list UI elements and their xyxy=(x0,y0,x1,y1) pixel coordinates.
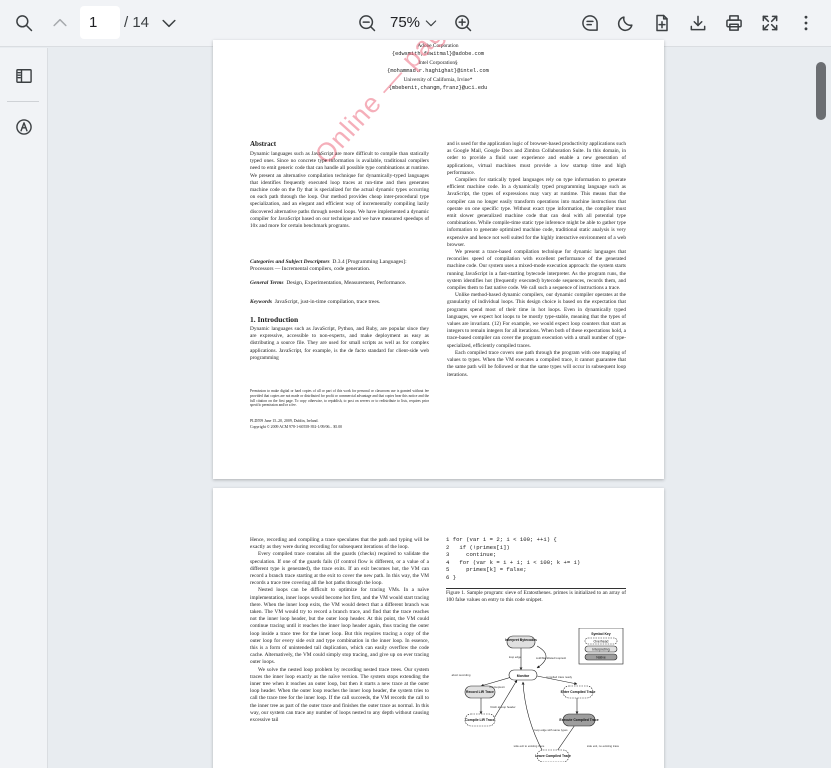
page-total: / 14 xyxy=(124,14,150,31)
edge-hot-loop: hot loop/exit xyxy=(489,685,504,689)
sidebar xyxy=(0,48,48,768)
figure-rule xyxy=(446,588,626,589)
edge-abort: abort recording xyxy=(452,673,471,677)
key-native: Native xyxy=(596,655,606,659)
label-execute: Execute Compiled Trace xyxy=(559,718,598,722)
edge-side-exit-new: side exit, no existing trace xyxy=(587,744,620,748)
code-listing: 1 for (var i = 2; i < 100; ++i) {2 if (!… xyxy=(446,536,581,581)
label-leave: Leave Compiled Trace xyxy=(535,754,571,758)
sidebar-divider xyxy=(7,101,39,102)
label-enter: Enter Compiled Trace xyxy=(561,690,596,694)
keywords: Keywords JavaScript, just-in-time compil… xyxy=(250,299,381,305)
page2-left-column: Hence, recording and compiling a trace s… xyxy=(250,537,429,724)
introduction-heading: 1. Introduction xyxy=(250,315,299,324)
annotate-icon[interactable] xyxy=(9,112,39,142)
more-vert-icon[interactable] xyxy=(790,7,822,39)
page-number-input[interactable] xyxy=(80,6,120,39)
copyright-info: Copyright © 2009 ACM 978-1-60558-392-1/0… xyxy=(250,425,343,429)
abstract-text: Dynamic languages such as JavaScript are… xyxy=(250,151,429,230)
edge-trace-ready: compiled trace ready xyxy=(546,675,573,679)
zoom-out-icon[interactable] xyxy=(351,7,383,39)
thumbnails-icon[interactable] xyxy=(9,61,39,91)
general-terms: General Terms Design, Experimentation, M… xyxy=(250,280,407,286)
edge-cold-loop: cold/blacklisted loop/exit xyxy=(536,656,566,660)
key-interpreting: Interpreting xyxy=(592,647,609,651)
search-icon[interactable] xyxy=(8,7,40,39)
scrollbar-thumb[interactable] xyxy=(816,62,826,120)
label-interpret: Interpret Bytecodes xyxy=(505,638,537,642)
edge-side-exit-existing: side exit to existing trace xyxy=(514,744,545,748)
edge-same-types: loop edge with same types xyxy=(534,728,568,732)
edge-finish: finish at loop header xyxy=(490,705,515,709)
introduction-text: Dynamic languages such as JavaScript, Py… xyxy=(250,326,429,361)
fullscreen-icon[interactable] xyxy=(754,7,786,39)
label-monitor: Monitor xyxy=(517,674,530,678)
key-overhead: Overhead xyxy=(594,639,609,643)
abstract-heading: Abstract xyxy=(250,140,277,148)
chevron-down-icon[interactable] xyxy=(153,7,185,39)
pdf-page-1: Adobe Corporation {edwsmith,fewitmal}@ad… xyxy=(213,40,664,479)
label-compile: Compile LIR Trace xyxy=(465,718,495,722)
zoom-dropdown-chevron-icon[interactable] xyxy=(415,7,447,39)
label-record: Record LIR Trace xyxy=(466,690,494,694)
download-icon[interactable] xyxy=(682,7,714,39)
right-column-text: and is used for the application logic of… xyxy=(447,141,626,378)
zoom-in-icon[interactable] xyxy=(447,7,479,39)
moon-icon[interactable] xyxy=(610,7,642,39)
scrollbar-track[interactable] xyxy=(813,48,831,768)
add-file-icon[interactable] xyxy=(646,7,678,39)
edge-loop-edge: loop edge xyxy=(509,655,522,659)
pdf-page-2: Hence, recording and compiling a trace s… xyxy=(213,488,664,768)
key-title: Symbol Key xyxy=(591,632,611,636)
categories: Categories and Subject Descriptors D.3.4… xyxy=(250,259,407,272)
permission-notice: Permission to make digital or hard copie… xyxy=(250,389,429,408)
chevron-up-icon[interactable] xyxy=(44,7,76,39)
comment-icon[interactable] xyxy=(574,7,606,39)
conference-info: PLDI'09 June 15–20, 2009, Dublin, Irelan… xyxy=(250,419,319,423)
trace-flow-diagram: Interpret Bytecodes Monitor Record LIR T… xyxy=(452,628,624,762)
print-icon[interactable] xyxy=(718,7,750,39)
figure-caption: Figure 1. Sample program: sieve of Erato… xyxy=(446,590,626,604)
